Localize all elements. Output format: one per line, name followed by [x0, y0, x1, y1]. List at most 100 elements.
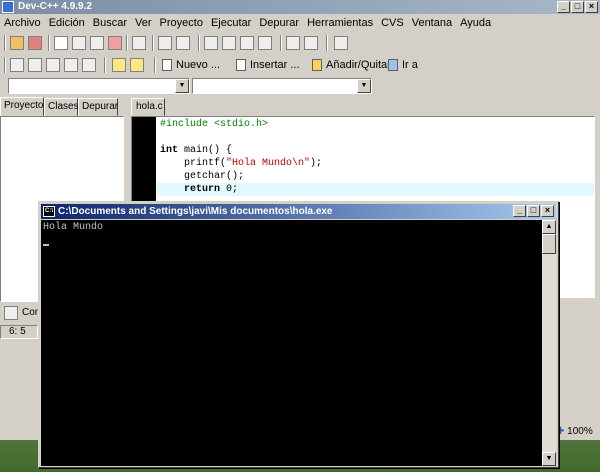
maximize-icon[interactable]: □	[527, 205, 540, 217]
main-toolbar	[0, 32, 360, 54]
console-output[interactable]: Hola Mundo	[41, 220, 542, 466]
code-text: main() {	[178, 145, 233, 156]
menu-ejecutar[interactable]: Ejecutar	[209, 17, 257, 29]
find-icon[interactable]	[204, 36, 218, 50]
new-file-icon[interactable]	[54, 36, 68, 50]
code-line: #include <stdio.h>	[160, 119, 269, 130]
menu-archivo[interactable]: Archivo	[2, 17, 47, 29]
menu-cvs[interactable]: CVS	[379, 17, 410, 29]
class-combos: ▼ ▼	[0, 76, 380, 96]
text-cursor	[43, 244, 49, 246]
toggle-bookmark-button[interactable]: Añadir/Quitar	[312, 57, 391, 73]
scroll-thumb[interactable]	[542, 234, 556, 254]
console-scrollbar[interactable]: ▲ ▼	[542, 220, 556, 466]
save-icon[interactable]	[72, 36, 86, 50]
console-title-text: C:\Documents and Settings\javi\Mis docum…	[58, 206, 333, 217]
redo-icon[interactable]	[176, 36, 190, 50]
toggle-icon	[312, 59, 322, 72]
menu-bar: Archivo Edición Buscar Ver Proyecto Ejec…	[0, 14, 600, 32]
code-line: int main() {	[160, 144, 232, 157]
app-icon	[2, 1, 14, 13]
remove-from-project-icon[interactable]	[304, 36, 318, 50]
toolbar-separator	[126, 35, 128, 51]
replace-icon[interactable]	[222, 36, 236, 50]
menu-ventana[interactable]: Ventana	[410, 17, 458, 29]
minimize-icon[interactable]: _	[513, 205, 526, 217]
code-text: 0;	[220, 184, 239, 195]
compile-icon[interactable]	[10, 58, 24, 72]
run-icon[interactable]	[28, 58, 42, 72]
menu-edicion[interactable]: Edición	[47, 17, 91, 29]
close-file-icon[interactable]	[108, 36, 122, 50]
class-browser-icon[interactable]	[28, 36, 42, 50]
tab-proyecto[interactable]: Proyecto	[0, 97, 44, 116]
find-next-icon[interactable]	[240, 36, 254, 50]
goto-line-icon[interactable]	[258, 36, 272, 50]
toggle-button-label: Añadir/Quitar	[326, 59, 391, 71]
goto-button[interactable]: Ir a	[388, 57, 418, 73]
toolbar-separator	[104, 57, 106, 73]
tab-depurar[interactable]: Depurar	[78, 98, 118, 116]
open-project-icon[interactable]	[10, 36, 24, 50]
close-icon[interactable]: ×	[585, 1, 598, 13]
help-icon[interactable]	[112, 58, 126, 72]
left-panel-tabs: Proyecto Clases Depurar	[0, 97, 126, 116]
new-button[interactable]: Nuevo ...	[162, 57, 220, 73]
ide-title-bar[interactable]: Dev-C++ 4.9.9.2 _ □ ×	[0, 0, 600, 14]
toolbar-separator	[152, 35, 154, 51]
close-icon[interactable]: ×	[541, 205, 554, 217]
menu-herramientas[interactable]: Herramientas	[305, 17, 379, 29]
menu-buscar[interactable]: Buscar	[91, 17, 133, 29]
insert-button-label: Insertar ...	[250, 59, 300, 71]
toolbar-separator	[48, 35, 50, 51]
console-icon: C:\	[43, 206, 55, 217]
keyword: return	[184, 184, 221, 195]
menu-ayuda[interactable]: Ayuda	[458, 17, 497, 29]
code-line: printf("Hola Mundo\n");	[160, 157, 322, 170]
toolbar-separator	[154, 57, 156, 73]
editor-tab-hola-c[interactable]: hola.c	[131, 98, 165, 116]
toolbar-separator	[280, 35, 282, 51]
zoom-value: 100%	[567, 426, 593, 437]
save-all-icon[interactable]	[90, 36, 104, 50]
compile-run-icon[interactable]	[46, 58, 60, 72]
toolbar-separator	[4, 35, 6, 51]
chevron-down-icon[interactable]: ▼	[357, 79, 371, 93]
toolbar-separator	[198, 35, 200, 51]
code-line: return 0;	[160, 183, 238, 196]
new-icon	[162, 59, 172, 72]
menu-depurar[interactable]: Depurar	[257, 17, 305, 29]
code-line: getchar();	[160, 171, 245, 182]
class-select[interactable]: ▼	[8, 78, 190, 94]
goto-button-label: Ir a	[402, 59, 418, 71]
goto-icon	[388, 59, 398, 72]
print-icon[interactable]	[132, 36, 146, 50]
scroll-up-icon[interactable]: ▲	[542, 220, 556, 234]
compiler-icon[interactable]	[4, 306, 18, 320]
code-text: );	[310, 158, 323, 169]
new-button-label: Nuevo ...	[176, 59, 221, 71]
project-options-icon[interactable]	[334, 36, 348, 50]
check-icon[interactable]	[82, 58, 96, 72]
scroll-down-icon[interactable]: ▼	[542, 452, 556, 466]
console-output-text: Hola Mundo	[43, 222, 104, 233]
minimize-icon[interactable]: _	[557, 1, 570, 13]
rebuild-icon[interactable]	[64, 58, 78, 72]
cursor-position: 6: 5	[0, 325, 38, 339]
about-icon[interactable]	[130, 58, 144, 72]
menu-ver[interactable]: Ver	[133, 17, 158, 29]
console-title-bar[interactable]: C:\ C:\Documents and Settings\javi\Mis d…	[41, 204, 556, 219]
undo-icon[interactable]	[158, 36, 172, 50]
menu-proyecto[interactable]: Proyecto	[158, 17, 209, 29]
chevron-down-icon[interactable]: ▼	[175, 79, 189, 93]
zoom-indicator: ✚ 100%	[556, 424, 600, 440]
code-text: printf(	[160, 158, 227, 169]
secondary-toolbar: Nuevo ... Insertar ... Añadir/Quitar Ir …	[0, 54, 460, 76]
add-to-project-icon[interactable]	[286, 36, 300, 50]
tab-clases[interactable]: Clases	[44, 98, 79, 116]
insert-button[interactable]: Insertar ...	[236, 57, 300, 73]
maximize-icon[interactable]: □	[571, 1, 584, 13]
member-select[interactable]: ▼	[192, 78, 372, 94]
string-literal: "Hola Mundo\n"	[226, 158, 311, 169]
toolbar-separator	[326, 35, 328, 51]
